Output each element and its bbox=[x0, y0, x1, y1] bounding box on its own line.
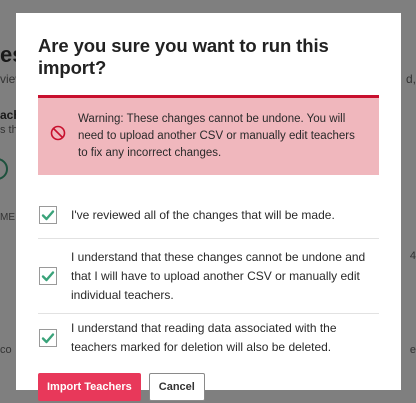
checkbox-label: I've reviewed all of the changes that wi… bbox=[71, 207, 335, 222]
confirmation-item: I understand that reading data associate… bbox=[38, 314, 379, 362]
confirm-reviewed-checkbox[interactable] bbox=[39, 206, 57, 224]
import-confirm-dialog: Are you sure you want to run this import… bbox=[16, 13, 401, 401]
checkmark-icon bbox=[41, 271, 55, 282]
checkbox-label: I understand that reading data associate… bbox=[71, 321, 337, 354]
checkmark-icon bbox=[41, 210, 55, 221]
dialog-title: Are you sure you want to run this import… bbox=[38, 35, 329, 78]
confirmation-checklist: I've reviewed all of the changes that wi… bbox=[38, 192, 379, 362]
dialog-actions: Import Teachers Cancel bbox=[38, 373, 379, 401]
confirm-reading-data-checkbox[interactable] bbox=[39, 329, 57, 347]
confirmation-item: I understand that these changes cannot b… bbox=[38, 239, 379, 314]
confirm-irreversible-checkbox[interactable] bbox=[39, 267, 57, 285]
checkbox-label: I understand that these changes cannot b… bbox=[71, 249, 366, 302]
cancel-button[interactable]: Cancel bbox=[148, 373, 205, 401]
import-teachers-button[interactable]: Import Teachers bbox=[38, 373, 141, 401]
warning-alert: Warning: These changes cannot be undone.… bbox=[38, 95, 379, 175]
confirmation-item: I've reviewed all of the changes that wi… bbox=[38, 192, 379, 239]
checkmark-icon bbox=[41, 333, 55, 344]
prohibited-icon bbox=[50, 125, 66, 141]
warning-text: Warning: These changes cannot be undone.… bbox=[78, 113, 355, 159]
